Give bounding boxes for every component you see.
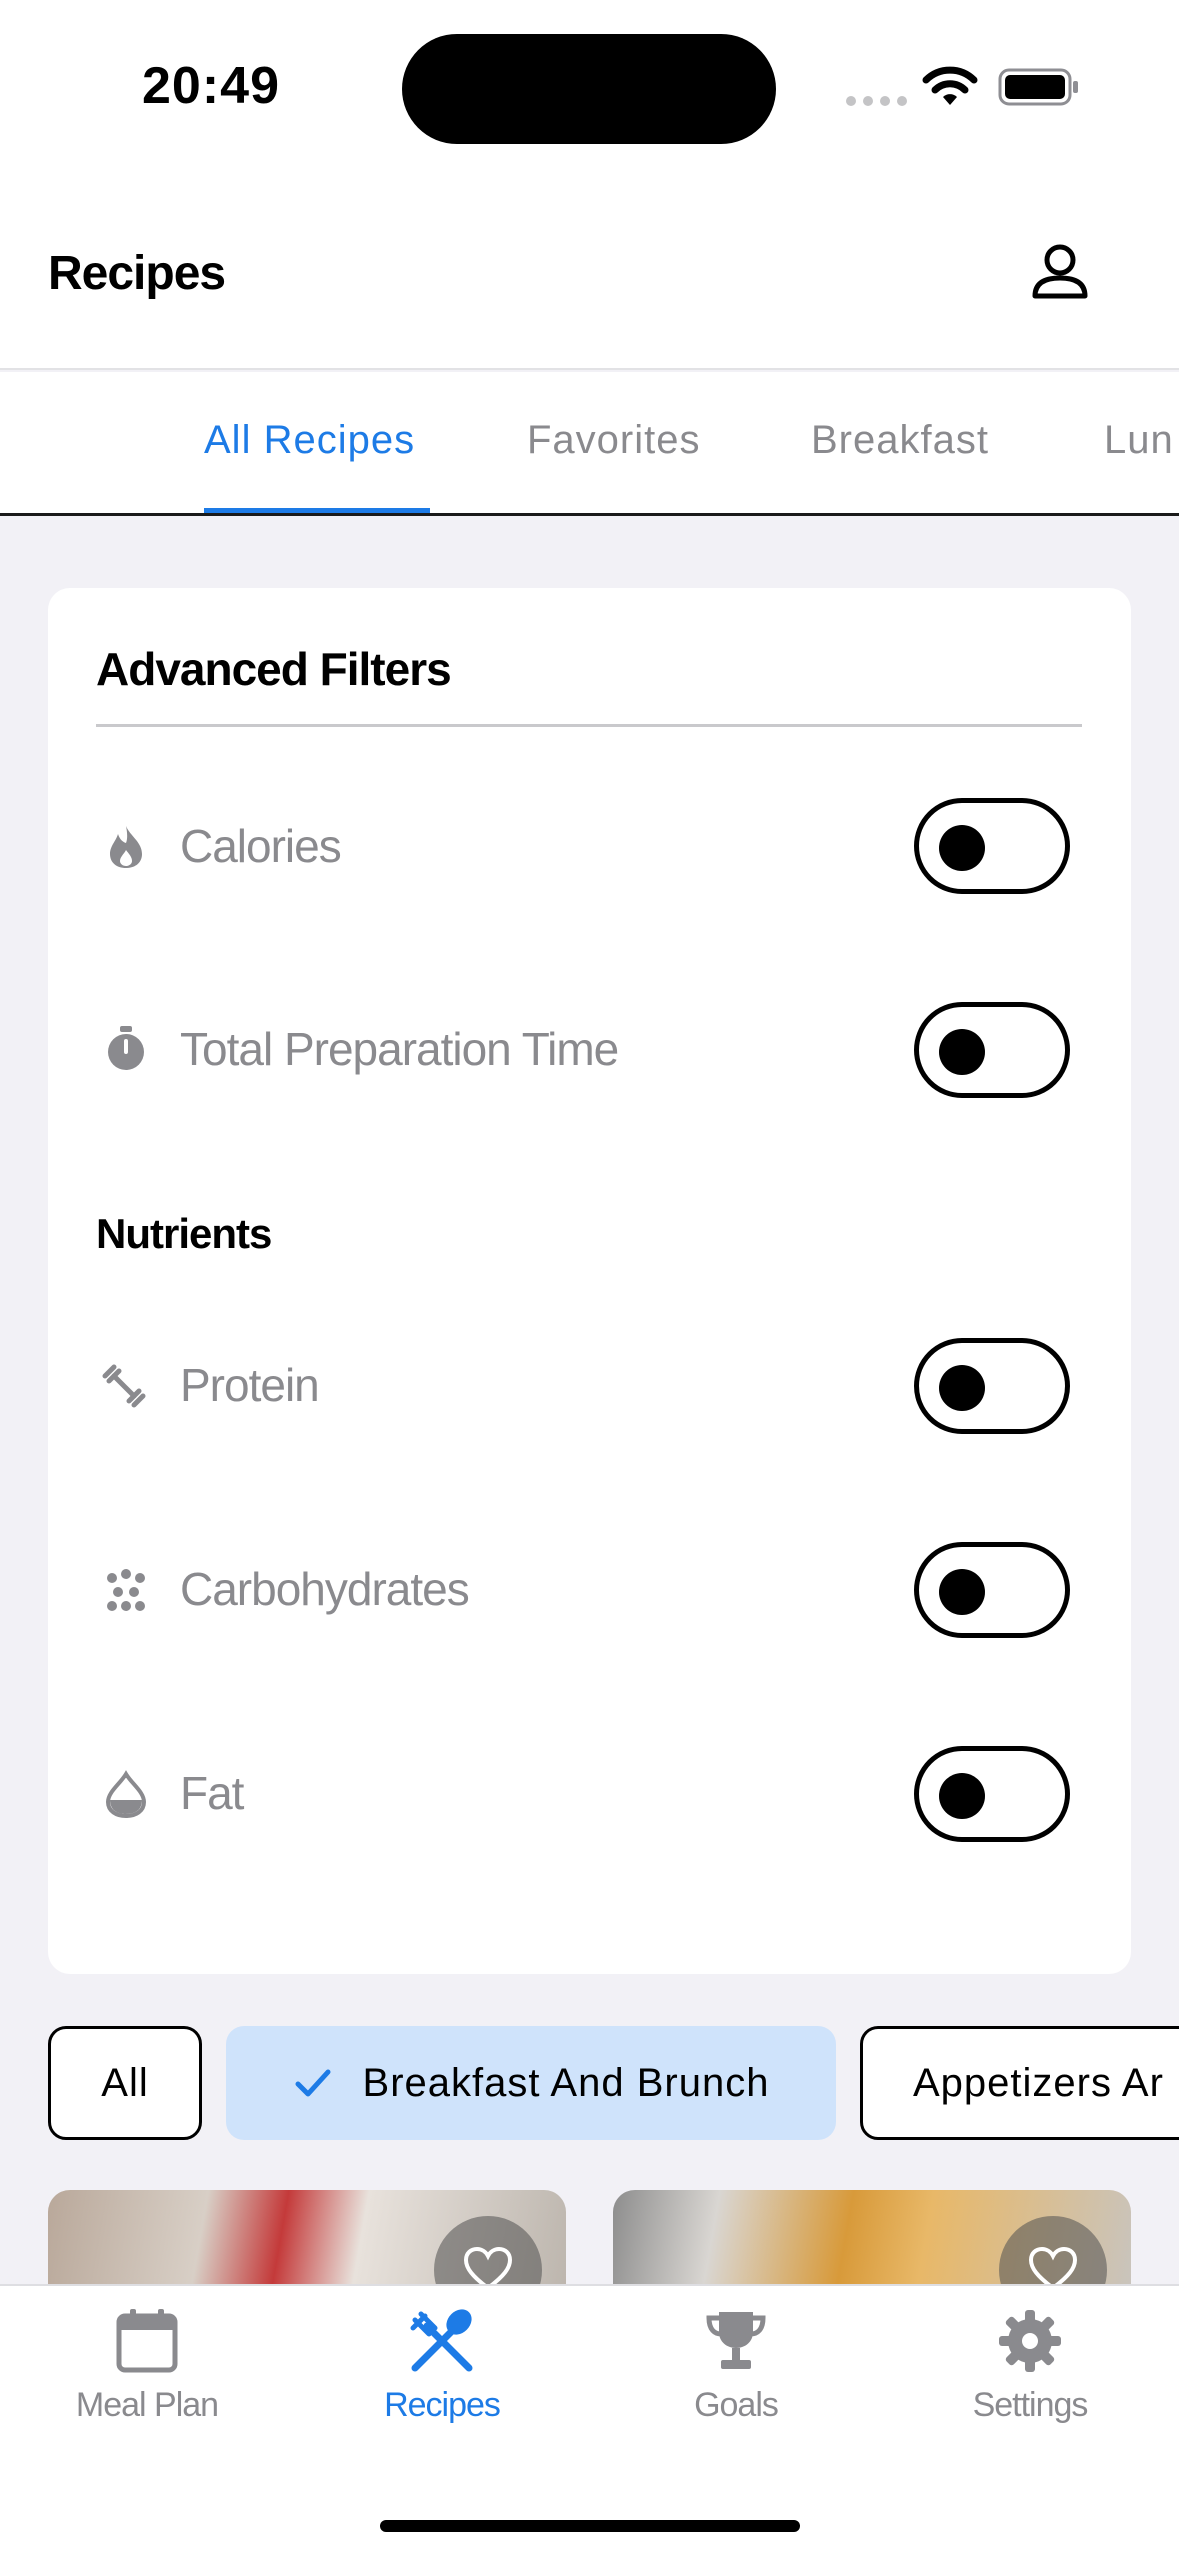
dynamic-island — [402, 34, 776, 144]
checkmark-icon — [295, 2069, 331, 2097]
protein-label: Protein — [180, 1359, 320, 1411]
calendar-icon — [116, 2309, 178, 2373]
favorite-button[interactable] — [434, 2216, 542, 2290]
drop-icon — [105, 1770, 147, 1818]
tab-favorites[interactable]: Favorites — [527, 418, 701, 463]
chip-appetizers-label: Appetizers Ar — [913, 2060, 1164, 2105]
chip-all-label: All — [101, 2060, 149, 2105]
toggle-knob — [939, 1773, 985, 1819]
nav-recipes-label: Recipes — [384, 2386, 501, 2424]
wifi-icon — [922, 66, 978, 105]
favorite-button[interactable] — [999, 2216, 1107, 2290]
category-tabs: All Recipes Favorites Breakfast Lun — [0, 372, 1179, 516]
dots-icon — [107, 1569, 145, 1611]
protein-toggle[interactable] — [914, 1338, 1070, 1434]
recipe-card-image[interactable] — [613, 2190, 1131, 2290]
calories-toggle[interactable] — [914, 798, 1070, 894]
dumbbell-icon — [102, 1364, 146, 1408]
person-icon[interactable] — [1026, 240, 1094, 308]
nav-settings[interactable]: Settings — [920, 2306, 1140, 2425]
toggle-knob — [939, 1569, 985, 1615]
tab-breakfast[interactable]: Breakfast — [811, 418, 989, 463]
status-time: 20:49 — [142, 57, 280, 115]
fat-label: Fat — [180, 1767, 244, 1819]
chip-breakfast-and-brunch[interactable]: Breakfast And Brunch — [226, 2026, 836, 2140]
trophy-icon — [706, 2312, 766, 2369]
nav-recipes[interactable]: Recipes — [332, 2306, 552, 2425]
home-indicator[interactable] — [380, 2520, 800, 2532]
chip-all[interactable]: All — [48, 2026, 202, 2140]
nav-settings-label: Settings — [972, 2386, 1089, 2424]
tab-all-recipes[interactable]: All Recipes — [204, 418, 415, 463]
nav-meal-plan[interactable]: Meal Plan — [37, 2306, 257, 2425]
nutrients-title: Nutrients — [96, 1210, 272, 1257]
page-title: Recipes — [48, 247, 226, 300]
chip-breakfast-and-brunch-label: Breakfast And Brunch — [362, 2060, 770, 2105]
nav-meal-plan-label: Meal Plan — [75, 2386, 219, 2424]
gear-icon — [999, 2310, 1061, 2372]
advanced-filters-title: Advanced Filters — [96, 643, 452, 695]
chip-appetizers[interactable]: Appetizers Ar — [860, 2026, 1179, 2140]
stopwatch-icon — [108, 1026, 144, 1070]
divider — [96, 724, 1082, 727]
nav-goals[interactable]: Goals — [626, 2306, 846, 2425]
fat-toggle[interactable] — [914, 1746, 1070, 1842]
toggle-knob — [939, 1029, 985, 1075]
calories-label: Calories — [180, 820, 342, 872]
cellular-signal-icon — [846, 96, 907, 106]
fork-knife-icon — [410, 2309, 473, 2372]
battery-icon — [998, 68, 1078, 106]
total-preparation-time-toggle[interactable] — [914, 1002, 1070, 1098]
carbohydrates-label: Carbohydrates — [180, 1563, 470, 1615]
carbohydrates-toggle[interactable] — [914, 1542, 1070, 1638]
toggle-knob — [939, 1365, 985, 1411]
flame-icon — [110, 826, 142, 868]
toggle-knob — [939, 825, 985, 871]
active-tab-indicator — [204, 508, 430, 513]
tab-lunch[interactable]: Lun — [1104, 418, 1174, 463]
nav-goals-label: Goals — [694, 2386, 779, 2424]
total-preparation-time-label: Total Preparation Time — [180, 1023, 619, 1075]
recipe-card-image[interactable] — [48, 2190, 566, 2290]
